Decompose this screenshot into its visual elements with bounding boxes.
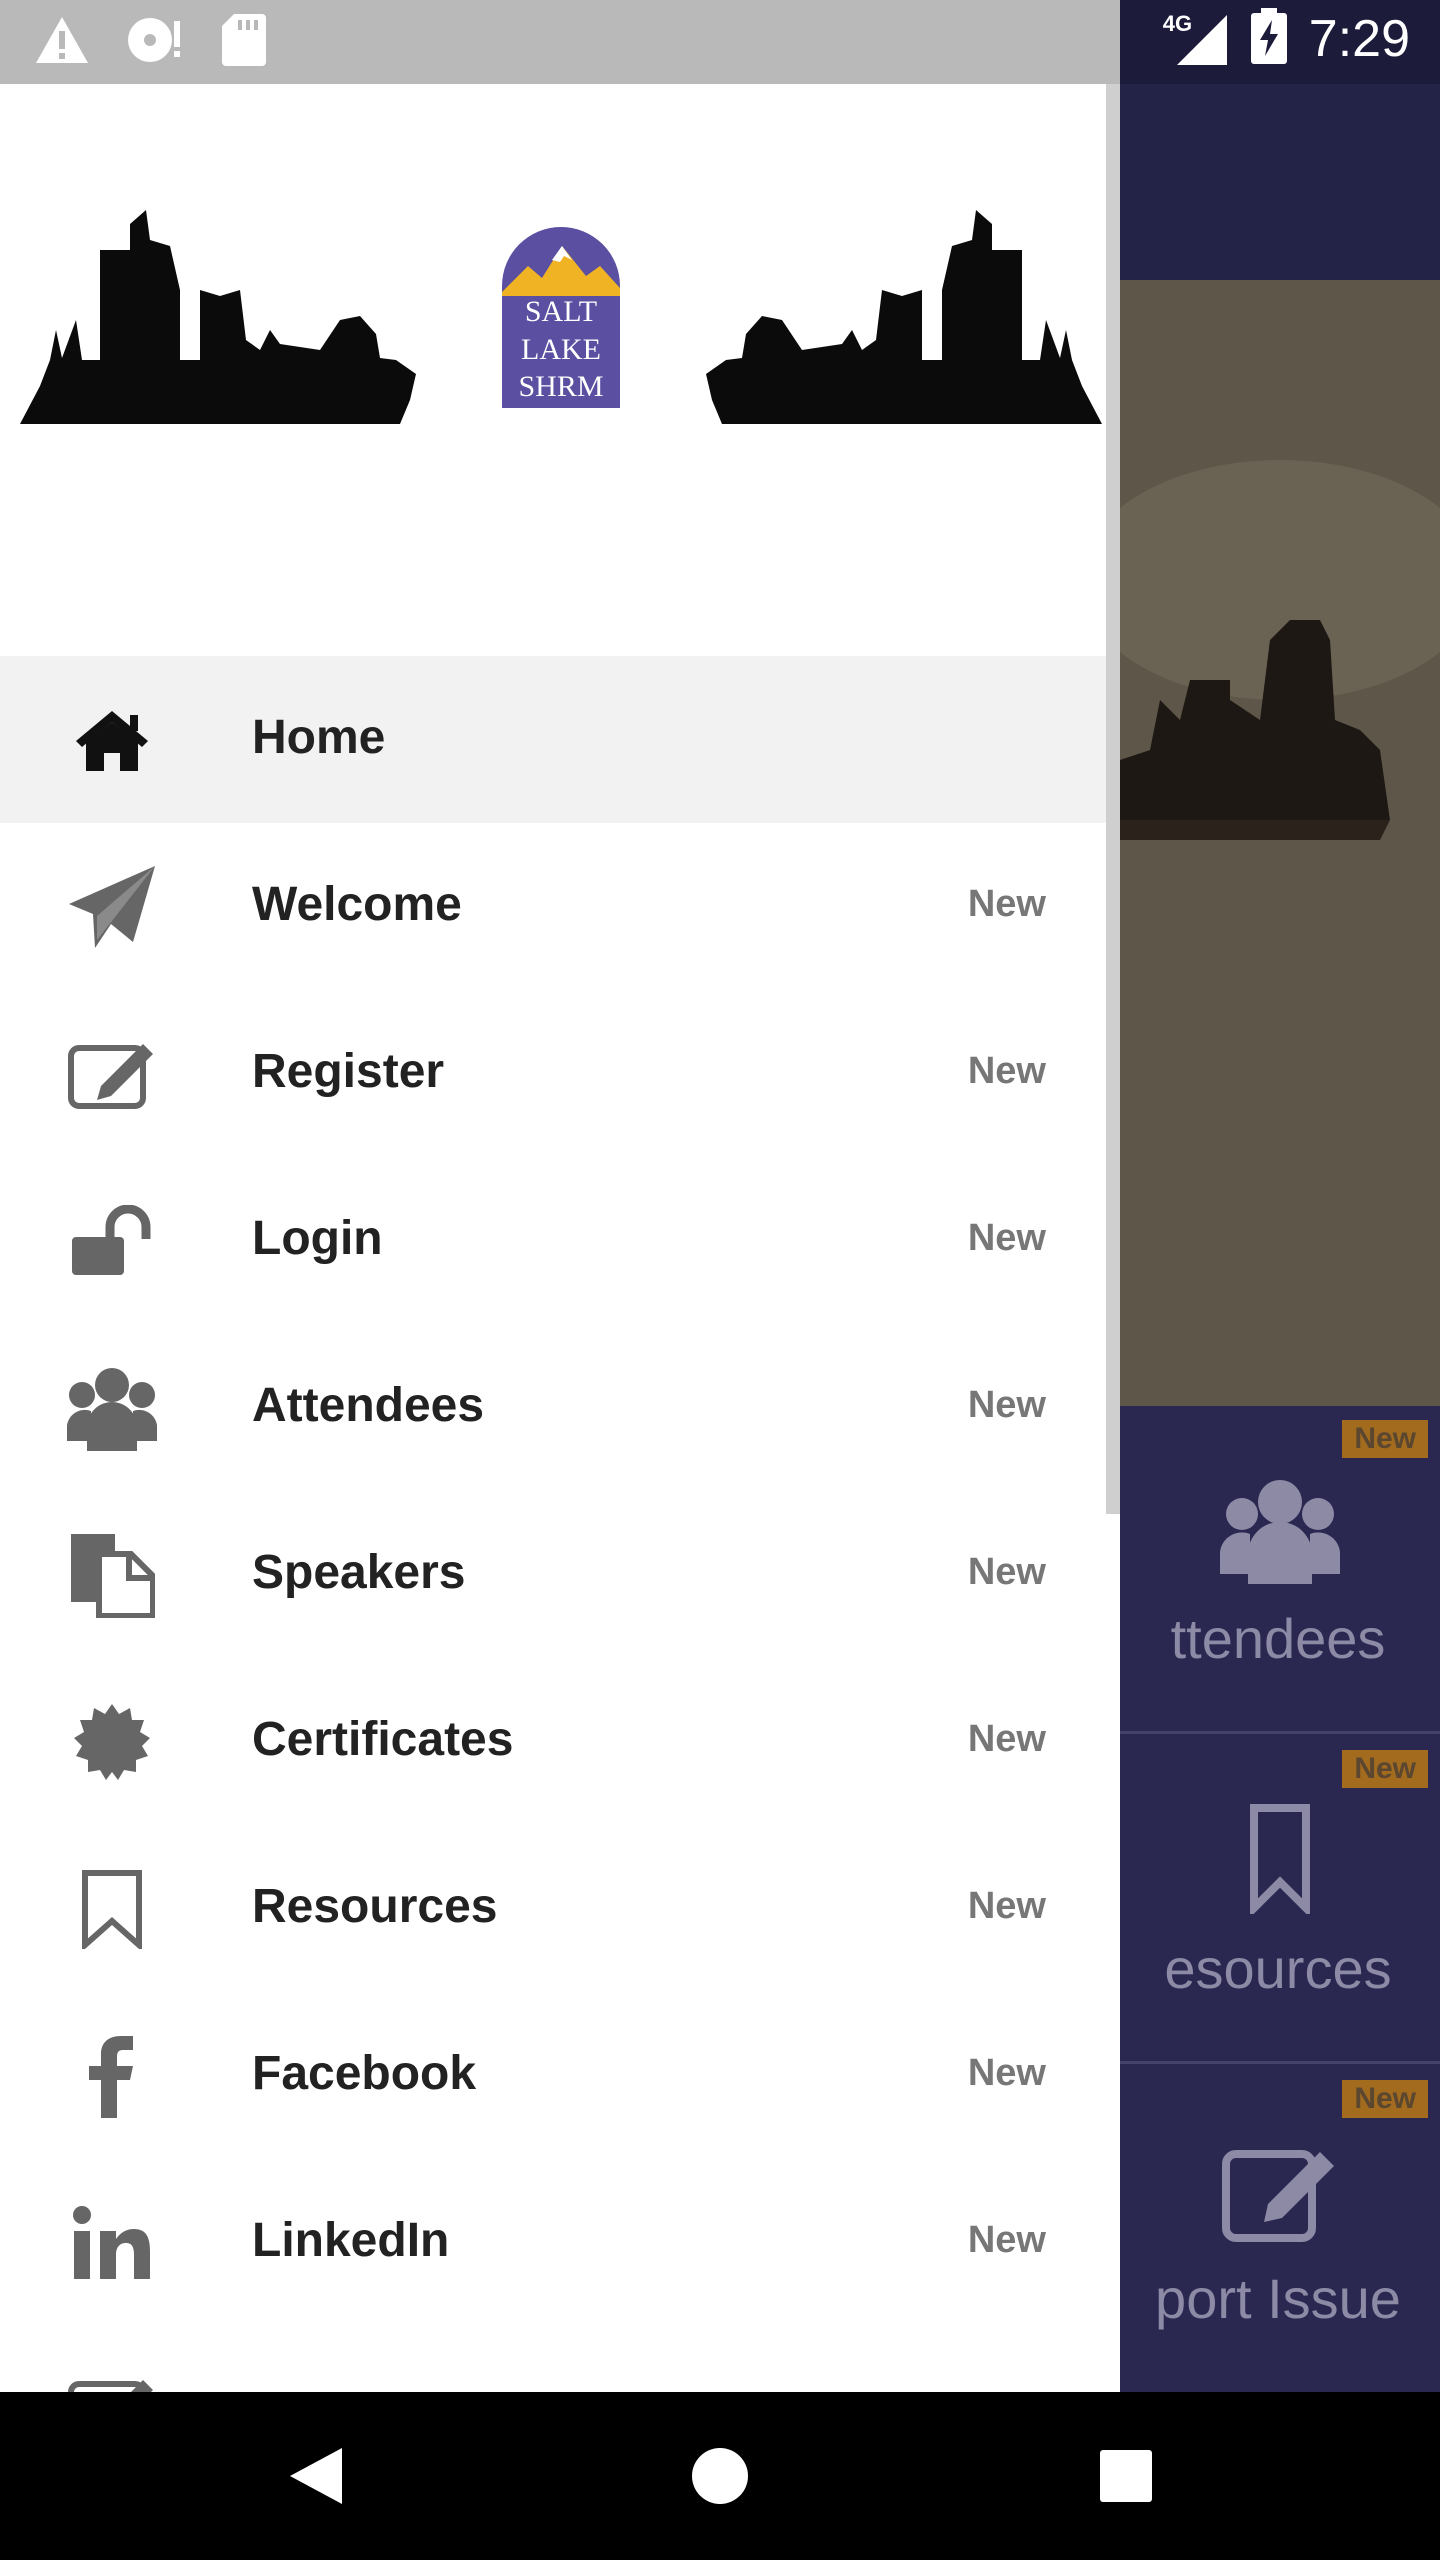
facebook-icon: [62, 2034, 162, 2118]
network-type: 4G: [1162, 10, 1193, 36]
unlock-icon: [62, 1199, 162, 1283]
menu-item-facebook[interactable]: Facebook New: [0, 1992, 1106, 2159]
logo-line-3: SHRM: [518, 370, 603, 403]
status-bar: 4G 7:29: [0, 0, 1440, 84]
menu-item-partial[interactable]: [0, 2326, 1106, 2392]
sync-alert-icon: [126, 15, 186, 70]
menu-item-label: Attendees: [252, 1379, 485, 1432]
skyline-left-image: [20, 210, 420, 429]
drawer-menu: Home Welcome New Register New Login New: [0, 656, 1106, 2392]
new-badge: New: [967, 1885, 1046, 1927]
new-badge: New: [967, 1050, 1046, 1092]
tile-attendees[interactable]: New ttendees: [1120, 1406, 1440, 1734]
signal-icon: 4G: [1163, 11, 1229, 67]
new-badge: New: [967, 1718, 1046, 1760]
home-icon: [62, 698, 162, 782]
warning-icon: [34, 15, 90, 70]
menu-item-label: Resources: [252, 1880, 498, 1933]
tile-grid: New ttendees New esources New port Issue: [1120, 1406, 1440, 2392]
paper-plane-icon: [62, 865, 162, 949]
tile-report-issue[interactable]: New port Issue: [1120, 2066, 1440, 2392]
menu-item-login[interactable]: Login New: [0, 1157, 1106, 1324]
tile-label: esources: [1164, 1937, 1392, 2000]
menu-item-attendees[interactable]: Attendees New: [0, 1324, 1106, 1491]
menu-item-welcome[interactable]: Welcome New: [0, 823, 1106, 990]
status-left-icons: [34, 14, 266, 71]
new-badge: New: [967, 883, 1046, 925]
files-icon: [62, 1533, 162, 1618]
background-app: New ttendees New esources New port Issue: [1120, 84, 1440, 2392]
menu-item-register[interactable]: Register New: [0, 990, 1106, 1157]
navigation-drawer: SALT LAKE SHRM Home Welcome New Register…: [0, 84, 1120, 2392]
new-badge: New: [967, 2052, 1046, 2094]
bookmark-icon: [1220, 1804, 1340, 1919]
navigation-bar: [0, 2392, 1440, 2560]
users-icon: [62, 1366, 162, 1451]
tile-resources[interactable]: New esources: [1120, 1736, 1440, 2064]
menu-item-label: LinkedIn: [252, 2214, 450, 2267]
users-icon: [1220, 1474, 1340, 1589]
edit-icon: [62, 1032, 162, 1116]
menu-item-label: Register: [252, 1045, 445, 1098]
status-right-icons: 4G 7:29: [1163, 8, 1410, 69]
logo-line-1: SALT: [525, 295, 597, 328]
menu-item-resources[interactable]: Resources New: [0, 1825, 1106, 1992]
menu-item-label: Speakers: [252, 1546, 466, 1599]
menu-item-label: Welcome: [252, 878, 462, 931]
tile-badge: New: [1342, 1420, 1428, 1458]
new-badge: New: [967, 1384, 1046, 1426]
edit-icon: [62, 2368, 162, 2392]
linkedin-icon: [62, 2201, 162, 2285]
certificate-icon: [62, 1700, 162, 1784]
tile-label: port Issue: [1155, 2267, 1401, 2330]
new-badge: New: [967, 1551, 1046, 1593]
tile-badge: New: [1342, 1750, 1428, 1788]
tile-label: ttendees: [1170, 1607, 1386, 1670]
menu-item-label: Facebook: [252, 2047, 477, 2100]
app-toolbar: [1120, 84, 1440, 280]
recents-button[interactable]: [1086, 2436, 1166, 2516]
menu-item-certificates[interactable]: Certificates New: [0, 1658, 1106, 1825]
menu-item-speakers[interactable]: Speakers New: [0, 1491, 1106, 1658]
menu-item-label: Certificates: [252, 1713, 514, 1766]
battery-charging-icon: [1250, 8, 1287, 69]
menu-item-linkedin[interactable]: LinkedIn New: [0, 2159, 1106, 2326]
home-button[interactable]: [680, 2436, 760, 2516]
skyline-right-image: [702, 210, 1102, 429]
back-button[interactable]: [276, 2436, 356, 2516]
menu-item-home[interactable]: Home: [0, 656, 1106, 823]
drawer-header: SALT LAKE SHRM: [0, 84, 1106, 656]
hero-image: [1120, 280, 1440, 1406]
edit-icon: [1220, 2134, 1340, 2249]
salt-lake-shrm-logo: SALT LAKE SHRM: [498, 226, 624, 415]
drawer-scrollbar[interactable]: [1106, 84, 1120, 1514]
sd-card-icon: [222, 14, 266, 71]
new-badge: New: [967, 2219, 1046, 2261]
bookmark-icon: [62, 1867, 162, 1951]
menu-item-label: Login: [252, 1212, 383, 1265]
menu-item-label: Home: [252, 711, 386, 764]
tile-badge: New: [1342, 2080, 1428, 2118]
new-badge: New: [967, 1217, 1046, 1259]
logo-line-2: LAKE: [521, 333, 601, 366]
clock: 7:29: [1308, 9, 1410, 68]
